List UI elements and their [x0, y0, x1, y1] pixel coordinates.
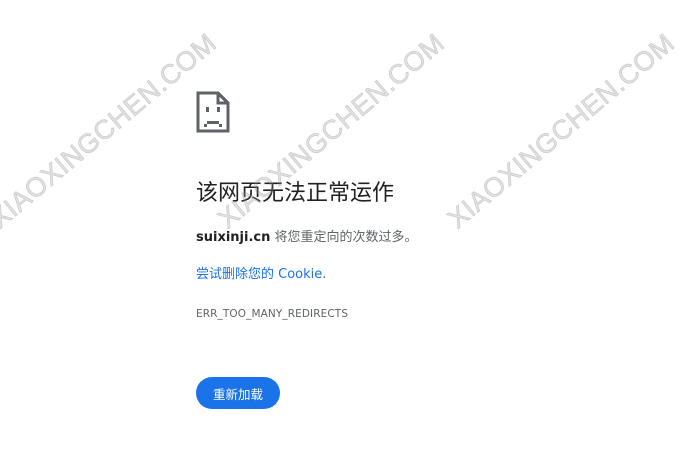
page-title: 该网页无法正常运作 — [196, 181, 395, 206]
clear-cookies-link[interactable]: 尝试删除您的 Cookie — [196, 267, 322, 282]
sad-page-icon — [196, 91, 230, 133]
watermark-text: XIAOXINGCHEN.COM — [442, 27, 681, 235]
error-summary: suixinji.cn 将您重定向的次数过多。 — [196, 229, 418, 247]
suggestion-line: 尝试删除您的 Cookie. — [196, 266, 326, 284]
error-summary-text: 将您重定向的次数过多。 — [270, 230, 418, 245]
suggestion-period: . — [322, 267, 327, 282]
watermark-text: XIAOXINGCHEN.COM — [0, 27, 223, 235]
error-page: 该网页无法正常运作 suixinji.cn 将您重定向的次数过多。 尝试删除您的… — [0, 0, 695, 470]
reload-button[interactable]: 重新加载 — [196, 377, 280, 409]
error-code: ERR_TOO_MANY_REDIRECTS — [196, 308, 349, 320]
error-host: suixinji.cn — [196, 230, 271, 245]
